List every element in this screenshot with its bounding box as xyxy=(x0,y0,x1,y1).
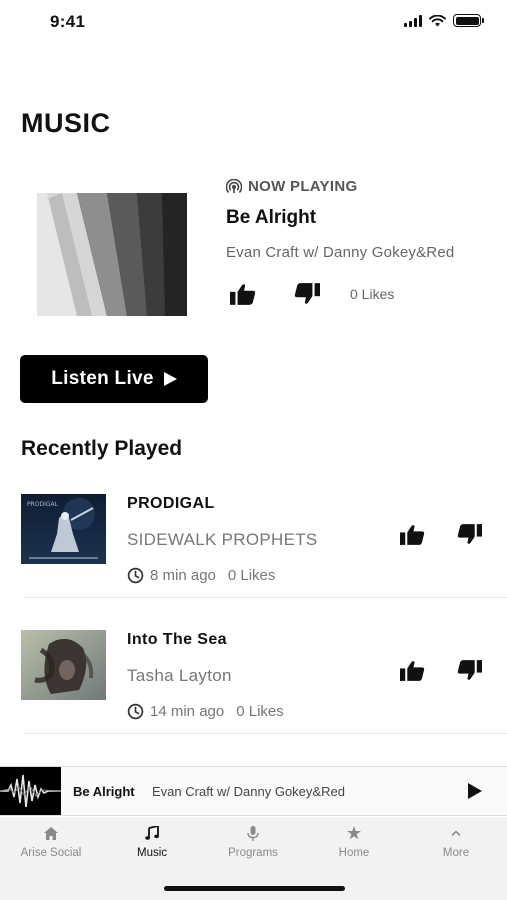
tab-label: Arise Social xyxy=(20,847,82,859)
wifi-icon xyxy=(429,14,446,26)
thumbs-down-icon[interactable] xyxy=(294,283,320,305)
mini-player-album-art xyxy=(0,767,61,815)
track-row[interactable]: Into The Sea Tasha Layton 14 min ago 0 L… xyxy=(0,630,507,766)
home-indicator xyxy=(164,886,345,891)
now-playing-likes: 0 Likes xyxy=(350,286,395,302)
clock-icon xyxy=(127,703,144,720)
now-playing-label: NOW PLAYING xyxy=(248,178,358,195)
divider xyxy=(24,597,507,598)
track-artist: SIDEWALK PROPHETS xyxy=(127,530,318,549)
track-actions xyxy=(400,524,482,545)
now-playing-actions xyxy=(230,283,320,305)
tab-label: More xyxy=(442,847,470,859)
mini-player[interactable]: Be Alright Evan Craft w/ Danny Gokey&Red xyxy=(0,766,507,816)
track-row[interactable]: PRODIGAL PRODIGAL SIDEWALK PROPHETS 8 mi… xyxy=(0,494,507,630)
play-icon[interactable] xyxy=(467,782,483,800)
tab-label: Music xyxy=(136,847,168,859)
status-bar: 9:41 xyxy=(0,0,507,44)
track-actions xyxy=(400,660,482,681)
now-playing-artist: Evan Craft w/ Danny Gokey&Red xyxy=(226,244,455,261)
now-playing-title: Be Alright xyxy=(226,207,317,228)
track-album-art[interactable]: PRODIGAL xyxy=(21,494,106,564)
now-playing-album-art[interactable] xyxy=(37,193,187,316)
track-title: PRODIGAL xyxy=(127,495,215,512)
broadcast-icon xyxy=(226,178,242,193)
tab-arise-social[interactable]: Arise Social xyxy=(6,825,96,859)
track-album-art[interactable] xyxy=(21,630,106,700)
now-playing-label-row: NOW PLAYING xyxy=(226,178,357,195)
cellular-signal-icon xyxy=(404,14,422,27)
tab-label: Home xyxy=(338,847,370,859)
mini-player-title: Be Alright xyxy=(73,784,135,799)
track-likes: 0 Likes xyxy=(227,567,276,584)
thumbs-up-icon[interactable] xyxy=(400,524,425,545)
battery-icon xyxy=(453,14,484,27)
track-meta: 14 min ago 0 Likes xyxy=(127,703,284,720)
thumbs-up-icon[interactable] xyxy=(400,660,425,681)
listen-live-label: Listen Live xyxy=(51,368,154,389)
star-icon xyxy=(347,826,361,840)
tab-programs[interactable]: Programs xyxy=(208,825,298,859)
thumbs-up-icon[interactable] xyxy=(230,283,256,305)
tab-more[interactable]: More xyxy=(411,825,501,859)
divider xyxy=(24,733,507,734)
track-likes: 0 Likes xyxy=(236,703,284,720)
music-note-icon xyxy=(145,826,159,840)
chevron-up-icon xyxy=(451,830,461,836)
track-title: Into The Sea xyxy=(127,631,227,648)
recently-played-heading: Recently Played xyxy=(21,437,183,460)
status-time: 9:41 xyxy=(50,12,86,31)
tab-label: Programs xyxy=(228,847,278,859)
track-artist: Tasha Layton xyxy=(127,666,232,685)
listen-live-button[interactable]: Listen Live xyxy=(20,355,208,403)
page-title: MUSIC xyxy=(21,108,111,138)
microphone-icon xyxy=(247,825,259,841)
play-icon xyxy=(163,372,177,386)
track-meta: 8 min ago 0 Likes xyxy=(127,567,275,584)
thumbs-down-icon[interactable] xyxy=(457,524,482,545)
mini-player-artist: Evan Craft w/ Danny Gokey&Red xyxy=(152,784,345,799)
tab-music[interactable]: Music xyxy=(107,825,197,859)
thumbs-down-icon[interactable] xyxy=(457,660,482,681)
svg-text:PRODIGAL: PRODIGAL xyxy=(27,501,59,508)
home-icon xyxy=(44,826,58,840)
clock-icon xyxy=(127,567,144,584)
track-time: 8 min ago xyxy=(150,567,216,584)
status-icons xyxy=(404,14,484,27)
tab-home[interactable]: Home xyxy=(309,825,399,859)
track-time: 14 min ago xyxy=(150,703,225,720)
